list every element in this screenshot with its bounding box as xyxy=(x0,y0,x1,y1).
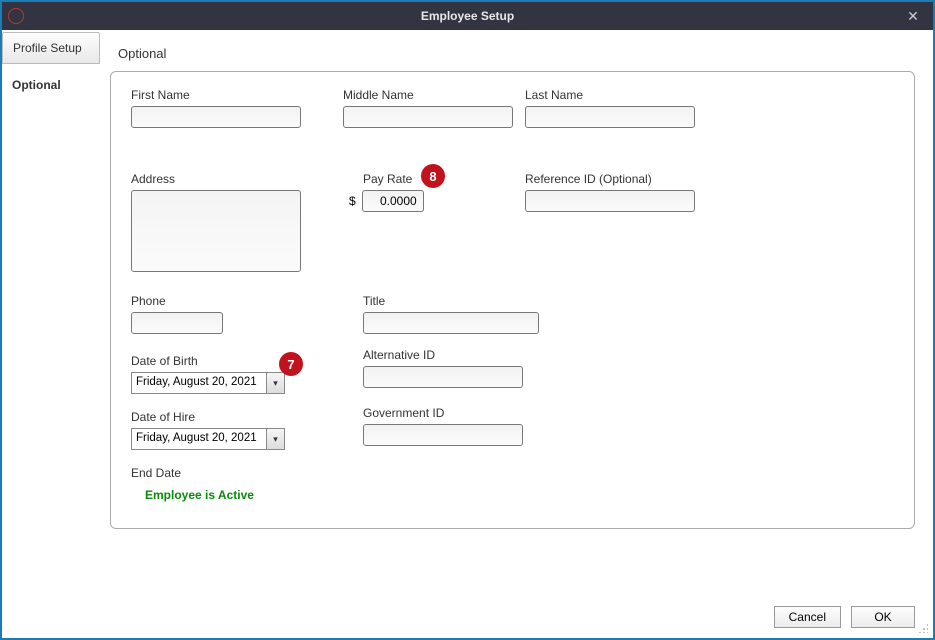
tab-profile-setup[interactable]: Profile Setup xyxy=(2,32,100,64)
doh-label: Date of Hire xyxy=(131,410,285,424)
reference-id-input[interactable] xyxy=(525,190,695,212)
employee-setup-window: Employee Setup ✕ Profile Setup Optional … xyxy=(0,0,935,640)
sidebar: Profile Setup Optional xyxy=(2,30,100,596)
doh-value[interactable]: Friday, August 20, 2021 xyxy=(131,428,267,450)
address-input[interactable] xyxy=(131,190,301,272)
annotation-7: 7 xyxy=(279,352,303,376)
government-id-label: Government ID xyxy=(363,406,523,420)
phone-input[interactable] xyxy=(131,312,223,334)
tab-optional[interactable]: Optional xyxy=(2,64,100,100)
address-label: Address xyxy=(131,172,301,186)
last-name-label: Last Name xyxy=(525,88,695,102)
end-date-label: End Date xyxy=(131,466,254,480)
doh-picker[interactable]: Friday, August 20, 2021 ▾ xyxy=(131,428,285,450)
ok-button[interactable]: OK xyxy=(851,606,915,628)
dob-label: Date of Birth xyxy=(131,354,285,368)
doh-dropdown-button[interactable]: ▾ xyxy=(267,428,285,450)
optional-fieldset: First Name Middle Name Last Name Address xyxy=(110,71,915,529)
titlebar: Employee Setup ✕ xyxy=(2,2,933,30)
alternative-id-label: Alternative ID xyxy=(363,348,523,362)
title-label: Title xyxy=(363,294,539,308)
footer: Cancel OK xyxy=(2,596,933,638)
chevron-down-icon: ▾ xyxy=(273,378,278,389)
section-title: Optional xyxy=(118,46,915,61)
content-area: Optional First Name Middle Name Last Nam… xyxy=(100,30,933,596)
title-input[interactable] xyxy=(363,312,539,334)
alternative-id-input[interactable] xyxy=(363,366,523,388)
annotation-8: 8 xyxy=(421,164,445,188)
reference-id-label: Reference ID (Optional) xyxy=(525,172,695,186)
dob-dropdown-button[interactable]: ▾ xyxy=(267,372,285,394)
chevron-down-icon: ▾ xyxy=(273,434,278,445)
dob-picker[interactable]: Friday, August 20, 2021 ▾ xyxy=(131,372,285,394)
pay-rate-label: Pay Rate xyxy=(363,172,424,186)
middle-name-label: Middle Name xyxy=(343,88,513,102)
phone-label: Phone xyxy=(131,294,223,308)
dob-value[interactable]: Friday, August 20, 2021 xyxy=(131,372,267,394)
government-id-input[interactable] xyxy=(363,424,523,446)
window-title: Employee Setup xyxy=(2,9,933,23)
close-icon[interactable]: ✕ xyxy=(903,6,923,26)
middle-name-input[interactable] xyxy=(343,106,513,128)
pay-rate-input[interactable] xyxy=(362,190,424,212)
currency-symbol: $ xyxy=(349,194,356,208)
first-name-label: First Name xyxy=(131,88,301,102)
resize-grip-icon xyxy=(918,623,930,635)
employee-active-status: Employee is Active xyxy=(145,488,254,502)
first-name-input[interactable] xyxy=(131,106,301,128)
cancel-button[interactable]: Cancel xyxy=(774,606,841,628)
last-name-input[interactable] xyxy=(525,106,695,128)
